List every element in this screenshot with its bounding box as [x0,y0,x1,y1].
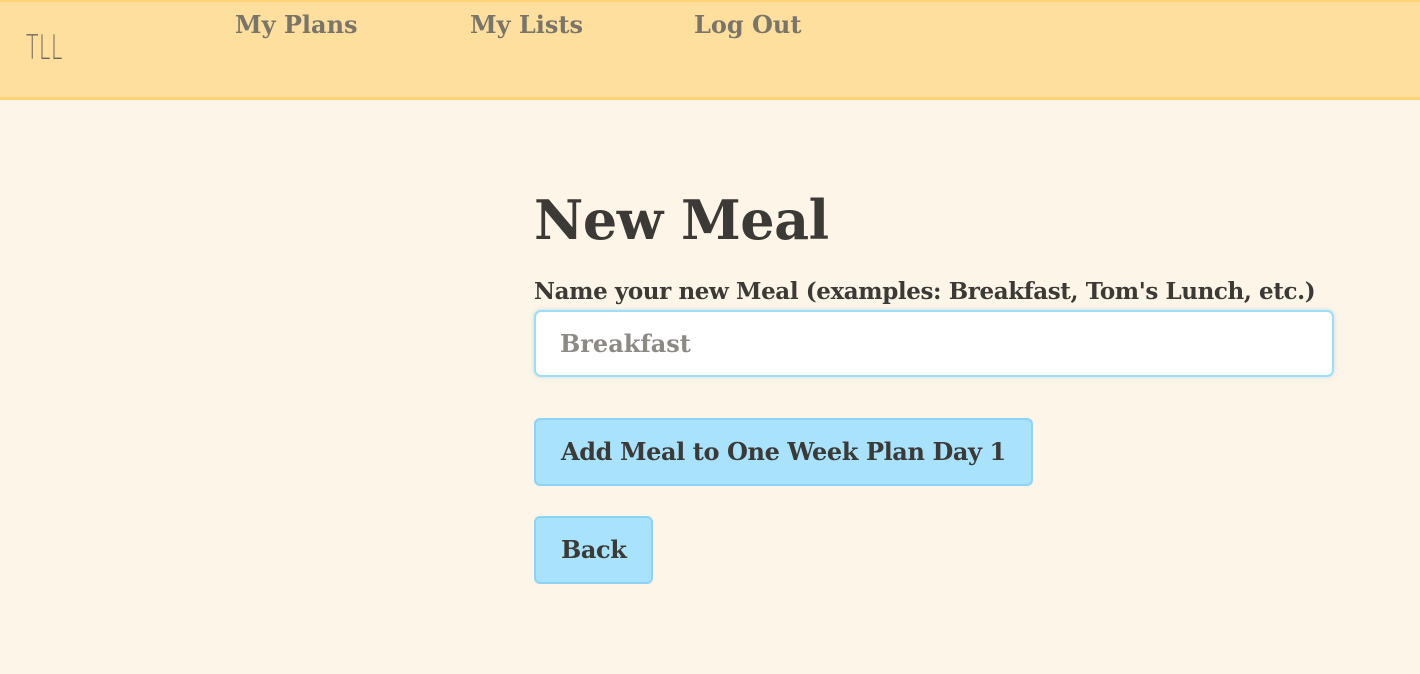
meal-name-input[interactable] [534,310,1334,377]
meal-name-label: Name your new Meal (examples: Breakfast,… [534,278,1316,305]
nav-link-my-lists[interactable]: My Lists [470,10,583,39]
add-meal-button[interactable]: Add Meal to One Week Plan Day 1 [534,418,1033,486]
nav-link-my-plans[interactable]: My Plans [235,10,358,39]
top-navbar: TLL My Plans My Lists Log Out [0,0,1420,100]
back-button[interactable]: Back [534,516,654,584]
page-title: New Meal [534,188,829,252]
nav-link-log-out[interactable]: Log Out [694,10,801,39]
new-meal-form: New Meal Name your new Meal (examples: B… [534,180,1334,584]
brand-logo[interactable]: TLL [26,28,63,68]
